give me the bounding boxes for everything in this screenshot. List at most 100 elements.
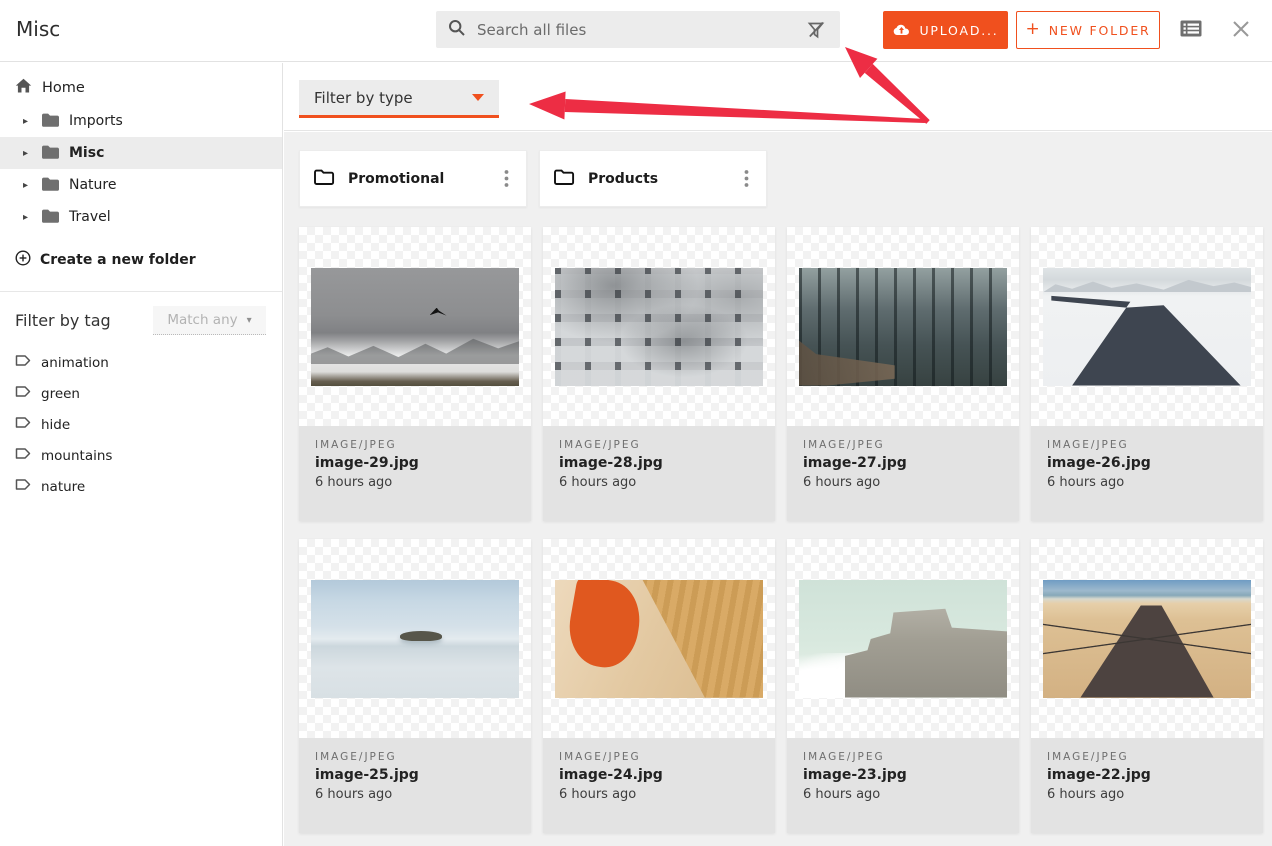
file-name: image-29.jpg	[315, 455, 515, 471]
sidebar-folder-label: Misc	[69, 145, 104, 161]
file-modified-time: 6 hours ago	[1047, 475, 1247, 490]
tag-label: hide	[41, 417, 70, 433]
sidebar-folder-item[interactable]: ▸ Nature	[0, 169, 282, 201]
file-thumbnail-area	[299, 227, 531, 426]
sidebar-folder-item[interactable]: ▸ Imports	[0, 105, 282, 137]
file-name: image-25.jpg	[315, 767, 515, 783]
tag-item[interactable]: animation	[0, 347, 282, 378]
new-folder-button[interactable]: + NEW FOLDER	[1016, 11, 1160, 49]
plus-circle-icon	[15, 250, 31, 270]
file-thumbnail-image	[555, 580, 763, 698]
sidebar-folder-label: Travel	[69, 209, 111, 225]
folder-card-name: Products	[588, 171, 658, 187]
search-input[interactable]	[475, 20, 804, 40]
folder-card[interactable]: Products	[539, 150, 767, 207]
file-card[interactable]: IMAGE/JPEG image-26.jpg 6 hours ago	[1031, 227, 1263, 521]
file-modified-time: 6 hours ago	[315, 787, 515, 802]
cloud-upload-icon	[892, 22, 911, 39]
file-thumbnail-area	[543, 539, 775, 738]
file-card[interactable]: IMAGE/JPEG image-25.jpg 6 hours ago	[299, 539, 531, 833]
upload-button[interactable]: UPLOAD...	[883, 11, 1008, 49]
file-card[interactable]: IMAGE/JPEG image-22.jpg 6 hours ago	[1031, 539, 1263, 833]
file-modified-time: 6 hours ago	[803, 787, 1003, 802]
file-thumbnail-area	[787, 227, 1019, 426]
file-meta: IMAGE/JPEG image-28.jpg 6 hours ago	[543, 426, 775, 521]
chevron-down-icon	[472, 94, 484, 101]
search-bar[interactable]	[436, 11, 840, 48]
file-card[interactable]: IMAGE/JPEG image-29.jpg 6 hours ago	[299, 227, 531, 521]
file-meta: IMAGE/JPEG image-25.jpg 6 hours ago	[299, 738, 531, 833]
file-thumbnail-image	[799, 268, 1007, 386]
file-modified-time: 6 hours ago	[1047, 787, 1247, 802]
folder-outline-icon	[553, 168, 575, 190]
tag-item[interactable]: hide	[0, 409, 282, 440]
file-mime-type: IMAGE/JPEG	[803, 439, 1003, 451]
tag-label: nature	[41, 479, 85, 495]
tag-icon	[15, 416, 31, 433]
file-thumbnail-image	[311, 580, 519, 698]
file-card[interactable]: IMAGE/JPEG image-24.jpg 6 hours ago	[543, 539, 775, 833]
tag-item[interactable]: mountains	[0, 440, 282, 471]
file-name: image-27.jpg	[803, 455, 1003, 471]
file-mime-type: IMAGE/JPEG	[315, 751, 515, 763]
list-view-toggle-button[interactable]	[1179, 18, 1204, 42]
file-meta: IMAGE/JPEG image-27.jpg 6 hours ago	[787, 426, 1019, 521]
file-name: image-28.jpg	[559, 455, 759, 471]
folder-icon	[41, 208, 60, 227]
match-any-dropdown[interactable]: Match any ▾	[153, 306, 266, 335]
chevron-right-icon[interactable]: ▸	[23, 148, 32, 159]
folder-menu-button[interactable]	[500, 165, 513, 192]
file-mime-type: IMAGE/JPEG	[559, 751, 759, 763]
folder-cards-row: Promotional Products	[299, 150, 767, 207]
file-meta: IMAGE/JPEG image-26.jpg 6 hours ago	[1031, 426, 1263, 521]
file-name: image-24.jpg	[559, 767, 759, 783]
file-card[interactable]: IMAGE/JPEG image-23.jpg 6 hours ago	[787, 539, 1019, 833]
tag-icon	[15, 354, 31, 371]
folder-icon	[41, 112, 60, 131]
file-modified-time: 6 hours ago	[559, 787, 759, 802]
sidebar-folder-item[interactable]: ▸ Travel	[0, 201, 282, 233]
tag-item[interactable]: green	[0, 378, 282, 409]
chevron-right-icon[interactable]: ▸	[23, 180, 32, 191]
close-button[interactable]	[1230, 18, 1252, 43]
file-mime-type: IMAGE/JPEG	[559, 439, 759, 451]
tag-label: green	[41, 386, 80, 402]
file-modified-time: 6 hours ago	[803, 475, 1003, 490]
folder-icon	[41, 144, 60, 163]
tag-icon	[15, 478, 31, 495]
file-card[interactable]: IMAGE/JPEG image-28.jpg 6 hours ago	[543, 227, 775, 521]
list-view-icon	[1179, 27, 1204, 42]
filter-bar: Filter by type	[284, 63, 1272, 131]
folder-tree: ▸ Imports ▸ Misc ▸ Nature	[0, 105, 282, 233]
file-name: image-23.jpg	[803, 767, 1003, 783]
tag-item[interactable]: nature	[0, 471, 282, 502]
sidebar: Home ▸ Imports ▸ Misc ▸	[0, 63, 283, 846]
file-mime-type: IMAGE/JPEG	[315, 439, 515, 451]
tag-filter-header: Filter by tag Match any ▾	[15, 306, 266, 335]
file-meta: IMAGE/JPEG image-22.jpg 6 hours ago	[1031, 738, 1263, 833]
sidebar-item-home[interactable]: Home	[15, 78, 282, 97]
close-icon	[1230, 28, 1252, 43]
tag-label: mountains	[41, 448, 112, 464]
file-thumbnail-area	[1031, 539, 1263, 738]
file-thumbnail-area	[1031, 227, 1263, 426]
sidebar-folder-item[interactable]: ▸ Misc	[0, 137, 282, 169]
tag-label: animation	[41, 355, 109, 371]
tag-icon	[15, 447, 31, 464]
folder-card[interactable]: Promotional	[299, 150, 527, 207]
clear-filter-icon[interactable]	[804, 18, 828, 42]
filter-by-type-dropdown[interactable]: Filter by type	[299, 80, 499, 118]
search-icon	[448, 19, 466, 41]
folder-icon	[41, 176, 60, 195]
file-card[interactable]: IMAGE/JPEG image-27.jpg 6 hours ago	[787, 227, 1019, 521]
folder-menu-button[interactable]	[740, 165, 753, 192]
file-thumbnail-image	[799, 580, 1007, 698]
file-mime-type: IMAGE/JPEG	[1047, 439, 1247, 451]
chevron-right-icon[interactable]: ▸	[23, 212, 32, 223]
file-thumbnail-image	[555, 268, 763, 386]
file-modified-time: 6 hours ago	[315, 475, 515, 490]
create-folder-button[interactable]: Create a new folder	[15, 250, 282, 270]
page-title: Misc	[16, 17, 60, 41]
file-name: image-22.jpg	[1047, 767, 1247, 783]
chevron-right-icon[interactable]: ▸	[23, 116, 32, 127]
